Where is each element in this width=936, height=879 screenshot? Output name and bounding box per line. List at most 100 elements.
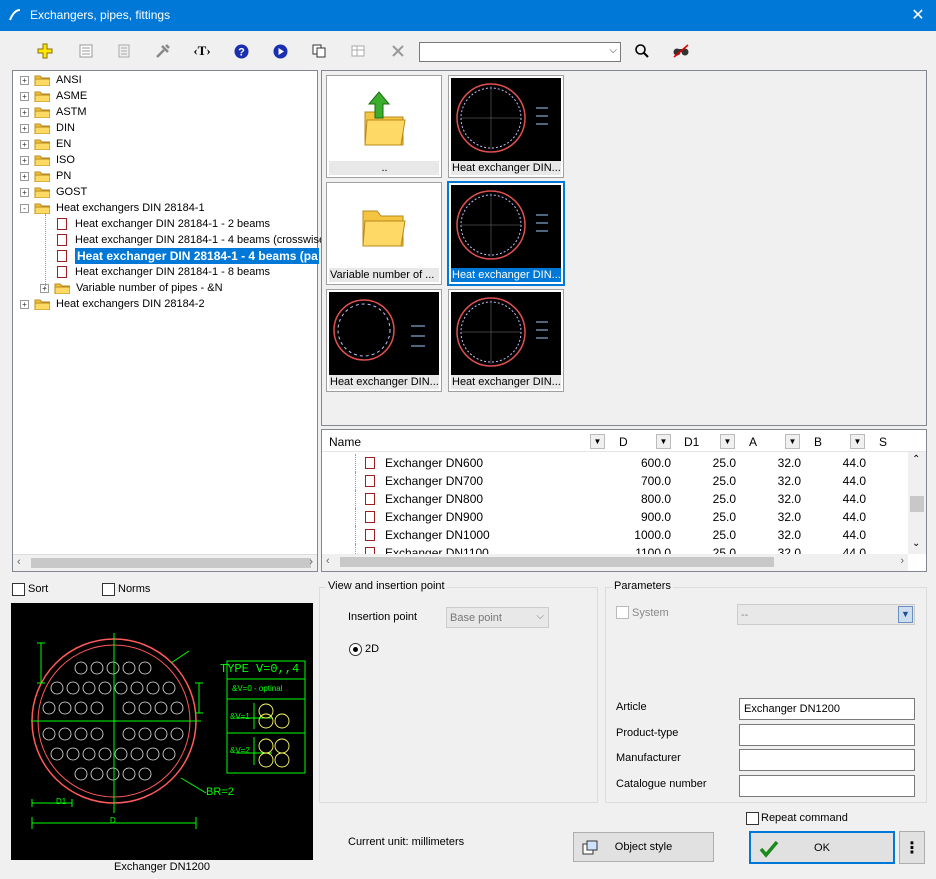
search-combo[interactable]: ⌵ — [419, 42, 621, 62]
expand-icon[interactable]: + — [20, 156, 29, 165]
help-icon[interactable]: ? — [229, 40, 253, 62]
thumbnail-parent[interactable]: .. — [326, 75, 442, 178]
tree-hscrollbar[interactable]: ‹ › — [13, 554, 317, 571]
scroll-down-icon[interactable]: ⌄ — [912, 538, 920, 549]
search-icon[interactable] — [630, 40, 654, 62]
table-row[interactable]: Exchanger DN800 800.0 25.0 32.0 44.0 — [325, 490, 910, 508]
table-row[interactable]: Exchanger DN600 600.0 25.0 32.0 44.0 — [325, 454, 910, 472]
expand-icon[interactable]: + — [20, 92, 29, 101]
play-icon[interactable] — [268, 40, 292, 62]
tree-item[interactable]: DIN — [56, 120, 75, 136]
expand-icon[interactable]: + — [20, 140, 29, 149]
scroll-left-icon[interactable]: ‹ — [326, 555, 330, 567]
radio-2d[interactable] — [349, 643, 362, 656]
ok-button[interactable]: OK — [749, 831, 895, 864]
scroll-left-icon[interactable]: ‹ — [17, 556, 21, 568]
chevron-down-icon[interactable]: ▼ — [720, 434, 735, 449]
chevron-down-icon[interactable]: ▼ — [656, 434, 671, 449]
expand-icon[interactable]: + — [20, 108, 29, 117]
collapse-icon[interactable]: - — [20, 204, 29, 213]
delete-icon[interactable] — [386, 40, 410, 62]
tree-connector — [45, 214, 46, 288]
tree-item[interactable]: Heat exchanger DIN 28184-1 - 2 beams — [75, 216, 270, 232]
preview-d-label: D — [110, 816, 116, 825]
expand-icon[interactable]: + — [20, 76, 29, 85]
thumbnail-item[interactable]: Heat exchanger DIN... — [448, 75, 564, 178]
copy-icon[interactable] — [307, 40, 331, 62]
chevron-down-icon[interactable]: ▼ — [850, 434, 865, 449]
tree-item[interactable]: ANSI — [56, 72, 82, 88]
tree-item[interactable]: GOST — [56, 184, 87, 200]
table-row[interactable]: Exchanger DN1000 1000.0 25.0 32.0 44.0 — [325, 526, 910, 544]
column-header-d1[interactable]: D1 — [684, 433, 699, 451]
chevron-down-icon[interactable]: ▼ — [785, 434, 800, 449]
norms-checkbox[interactable] — [102, 583, 115, 596]
column-header-a[interactable]: A — [749, 433, 757, 451]
tree-hscroll-thumb[interactable] — [31, 558, 311, 568]
chevron-down-icon[interactable]: ▼ — [898, 606, 913, 623]
tree-item[interactable]: ASTM — [56, 104, 87, 120]
properties-icon[interactable] — [74, 40, 98, 62]
table-row[interactable]: Exchanger DN700 700.0 25.0 32.0 44.0 — [325, 472, 910, 490]
expand-icon[interactable]: + — [20, 172, 29, 181]
tree-item[interactable]: Heat exchanger DIN 28184-1 - 8 beams — [75, 264, 270, 280]
object-style-label: Object style — [614, 841, 673, 853]
thumbnail-item-selected[interactable]: Heat exchanger DIN... — [448, 182, 564, 285]
tree-item[interactable]: Heat exchangers DIN 28184-1 — [56, 200, 205, 216]
grid-hscroll-thumb[interactable] — [340, 557, 774, 567]
column-header-s[interactable]: S — [879, 433, 887, 451]
table-row[interactable]: Exchanger DN900 900.0 25.0 32.0 44.0 — [325, 508, 910, 526]
grid-hscrollbar[interactable]: ‹ › — [322, 554, 908, 571]
expand-icon[interactable]: + — [20, 300, 29, 309]
group-title: View and insertion point — [326, 580, 447, 592]
tree-item[interactable]: EN — [56, 136, 71, 152]
tools-icon[interactable] — [151, 40, 175, 62]
document-icon — [57, 266, 67, 278]
system-checkbox[interactable] — [616, 606, 629, 619]
column-header-d[interactable]: D — [619, 433, 628, 451]
insertion-point-value: Base point — [450, 612, 502, 624]
chevron-down-icon[interactable]: ▼ — [590, 434, 605, 449]
close-icon[interactable]: ✕ — [900, 0, 936, 31]
object-style-button[interactable]: Object style — [573, 832, 714, 862]
tree-item-selected[interactable]: Heat exchanger DIN 28184-1 - 4 beams (pa — [75, 248, 319, 264]
article-field[interactable]: Exchanger DN1200 — [739, 698, 915, 720]
chevron-down-icon[interactable]: ⌵ — [536, 611, 544, 622]
expand-icon[interactable]: + — [20, 124, 29, 133]
column-header-name[interactable]: Name — [329, 433, 361, 451]
thumbnail-item[interactable]: Heat exchanger DIN... — [326, 289, 442, 392]
tree-item[interactable]: Heat exchangers DIN 28184-2 — [56, 296, 205, 312]
preview-caption: Exchanger DN1200 — [113, 861, 210, 873]
tree-item[interactable]: ISO — [56, 152, 75, 168]
manufacturer-label: Manufacturer — [616, 752, 681, 764]
grid-vscrollbar[interactable]: ⌃ ⌄ — [908, 452, 926, 554]
grid-vscroll-thumb[interactable] — [910, 496, 924, 512]
product-type-field[interactable] — [739, 724, 915, 746]
manufacturer-field[interactable] — [739, 749, 915, 771]
add-icon[interactable] — [33, 40, 57, 62]
tree-item[interactable]: PN — [56, 168, 71, 184]
tree-item[interactable]: ASME — [56, 88, 87, 104]
expand-icon[interactable]: + — [20, 188, 29, 197]
insertion-point-select[interactable]: Base point ⌵ — [446, 607, 549, 628]
scroll-right-icon[interactable]: › — [309, 556, 313, 568]
chevron-down-icon[interactable]: ⌵ — [609, 45, 617, 56]
cell-b: 44.0 — [842, 528, 866, 542]
column-header-b[interactable]: B — [814, 433, 822, 451]
scroll-up-icon[interactable]: ⌃ — [912, 454, 920, 465]
repeat-command-checkbox[interactable] — [746, 812, 759, 825]
tree-item[interactable]: Heat exchanger DIN 28184-1 - 4 beams (cr… — [75, 232, 329, 248]
thumbnail-item[interactable]: Heat exchanger DIN... — [448, 289, 564, 392]
more-options-icon[interactable]: ⋮ — [899, 831, 925, 864]
tree-item[interactable]: Variable number of pipes - &N — [76, 280, 223, 296]
scroll-right-icon[interactable]: › — [900, 555, 904, 567]
filter-icon[interactable] — [669, 40, 693, 62]
text-tag-icon[interactable]: ‹T› — [190, 40, 214, 62]
system-select[interactable]: -- ▼ — [737, 604, 915, 625]
table-icon[interactable] — [346, 40, 370, 62]
sort-checkbox[interactable] — [12, 583, 25, 596]
cell-b: 44.0 — [842, 492, 866, 506]
document-icon[interactable] — [112, 40, 136, 62]
thumbnail-item[interactable]: Variable number of ... — [326, 182, 442, 285]
catalogue-number-field[interactable] — [739, 775, 915, 797]
